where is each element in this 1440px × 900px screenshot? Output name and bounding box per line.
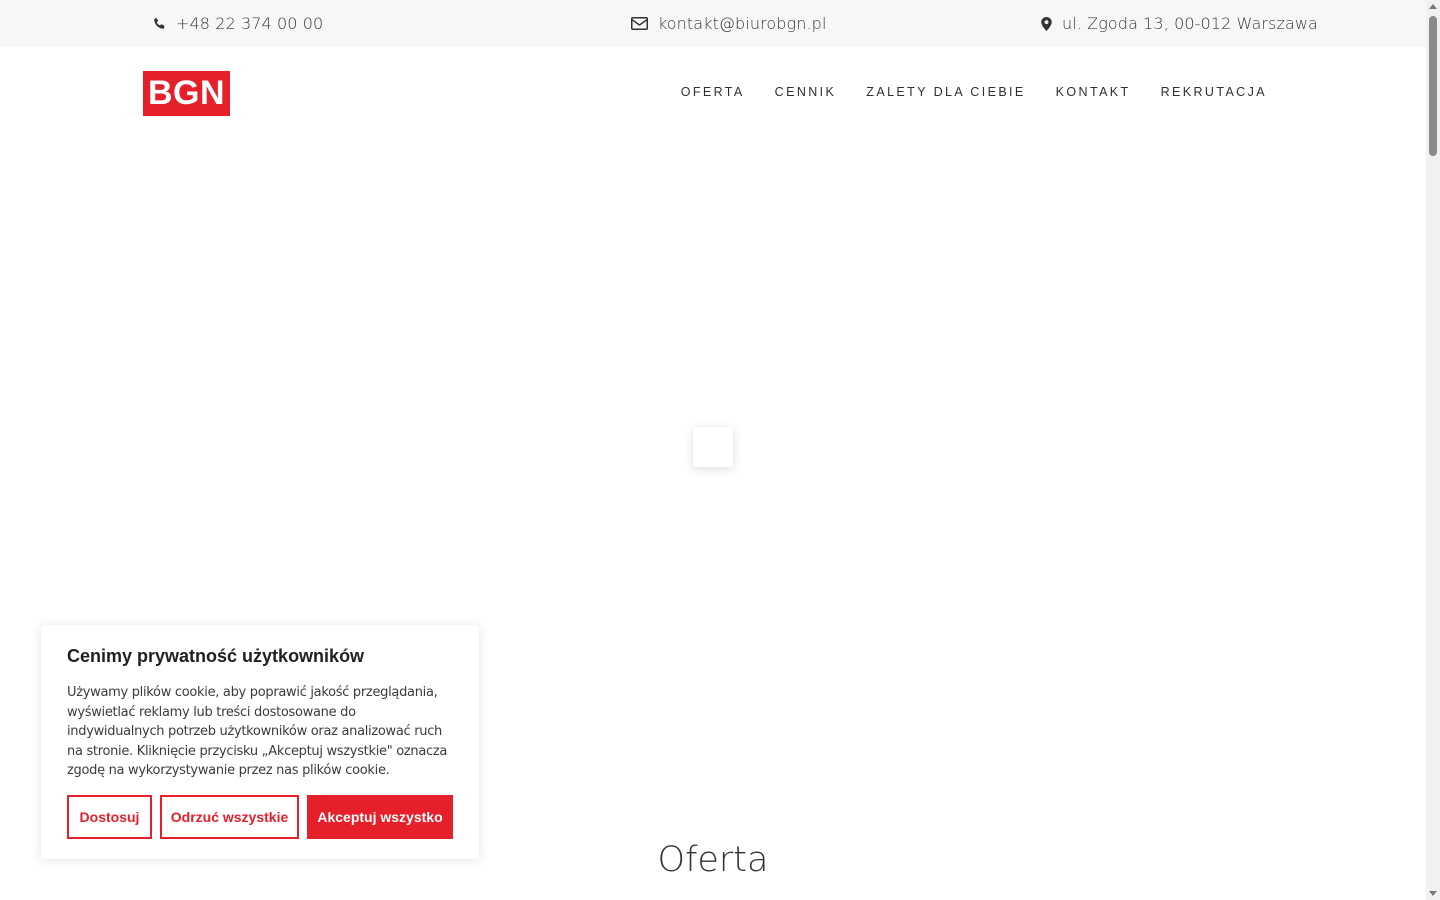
nav-item-kontakt[interactable]: KONTAKT — [1056, 85, 1131, 99]
scrollbar-thumb[interactable] — [1429, 16, 1437, 156]
email-contact[interactable]: kontakt@biurobgn.pl — [631, 0, 827, 47]
phone-number: +48 22 374 00 00 — [176, 14, 324, 33]
nav-item-oferta[interactable]: OFERTA — [681, 85, 745, 99]
phone-contact[interactable]: +48 22 374 00 00 — [153, 0, 323, 47]
nav-item-rekrutacja[interactable]: REKRUTACJA — [1161, 85, 1267, 99]
loading-spinner — [693, 427, 733, 467]
address-contact[interactable]: ul. Zgoda 13, 00-012 Warszawa — [1041, 0, 1318, 47]
address-text: ul. Zgoda 13, 00-012 Warszawa — [1062, 14, 1318, 33]
customize-button[interactable]: Dostosuj — [67, 795, 152, 839]
bgn-logo[interactable]: BGN — [143, 71, 230, 116]
envelope-icon — [631, 17, 648, 30]
cookie-consent-banner: Cenimy prywatność użytkowników Używamy p… — [41, 625, 479, 859]
scroll-down-icon[interactable] — [1429, 891, 1437, 896]
email-address: kontakt@biurobgn.pl — [658, 14, 827, 33]
cookie-buttons: Dostosuj Odrzuć wszystkie Akceptuj wszys… — [67, 795, 461, 839]
accept-all-button[interactable]: Akceptuj wszystko — [307, 795, 453, 839]
phone-icon — [154, 17, 165, 29]
main-nav: OFERTA CENNIK ZALETY DLA CIEBIE KONTAKT … — [651, 85, 1267, 99]
page-scrollbar[interactable] — [1426, 0, 1440, 900]
cookie-banner-title: Cenimy prywatność użytkowników — [67, 646, 365, 666]
nav-item-zalety[interactable]: ZALETY DLA CIEBIE — [866, 85, 1025, 99]
map-pin-icon — [1041, 16, 1052, 31]
site-header: BGN OFERTA CENNIK ZALETY DLA CIEBIE KONT… — [0, 47, 1426, 139]
scroll-up-icon[interactable] — [1429, 4, 1437, 9]
cookie-banner-text: Używamy plików cookie, aby poprawić jako… — [67, 685, 448, 778]
nav-item-cennik[interactable]: CENNIK — [775, 85, 837, 99]
reject-all-button[interactable]: Odrzuć wszystkie — [160, 795, 299, 839]
top-contact-bar: +48 22 374 00 00 kontakt@biurobgn.pl ul.… — [0, 0, 1426, 47]
